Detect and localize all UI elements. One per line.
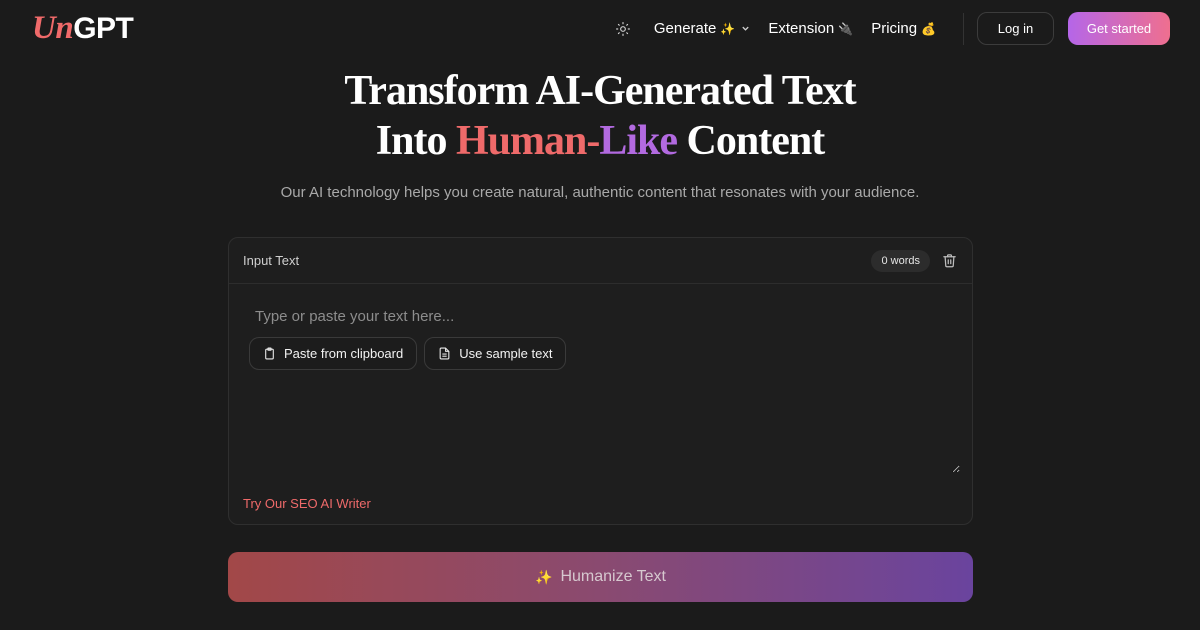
nav-extension-label: Extension [768,20,835,37]
humanize-label: Humanize Text [560,568,666,585]
hero-title-prefix: Into [375,118,456,164]
get-started-button[interactable]: Get started [1068,12,1170,45]
login-button[interactable]: Log in [977,12,1054,45]
sparkles-icon: ✨ [720,21,736,36]
word-count-badge: 0 words [871,249,930,272]
hero-title-accent-human: Human- [455,118,600,164]
nav-divider [963,12,964,45]
hero-title: Transform AI-Generated Text Into Human-L… [0,66,1200,166]
logo-un: Un [32,10,74,46]
plug-icon: 🔌 [838,21,854,36]
nav-menu: Generate ✨ Extension 🔌 Pricing 💰 Log in … [611,12,1170,45]
input-card-title: Input Text [243,253,300,268]
clear-text-button[interactable] [940,252,958,270]
quick-actions: Paste from clipboard Use sample text [249,337,573,370]
top-navbar: UnGPT Generate ✨ Extension 🔌 Pricing 💰 L… [0,0,1200,56]
sample-text-label: Use sample text [459,346,553,361]
input-textarea[interactable] [243,298,960,473]
document-icon [439,347,450,360]
input-card-tools: 0 words [871,249,958,272]
logo[interactable]: UnGPT [32,10,134,47]
nav-generate-label: Generate [653,20,717,37]
logo-gpt: GPT [73,12,134,45]
nav-extension[interactable]: Extension 🔌 [768,20,853,37]
input-card: Input Text 0 words Paste from clipboard [228,237,973,525]
input-card-header: Input Text 0 words [229,238,972,284]
nav-pricing-label: Pricing [871,20,918,37]
hero-title-accent-like: Like [599,118,678,164]
hero-title-line2: Into Human-Like Content [0,116,1200,166]
hero-subtitle: Our AI technology helps you create natur… [280,184,920,201]
money-bag-icon: 💰 [921,21,936,36]
hero-title-suffix: Content [677,118,826,164]
nav-pricing[interactable]: Pricing 💰 [871,20,936,37]
humanize-button[interactable]: ✨ Humanize Text [228,552,973,602]
theme-toggle-button[interactable] [611,17,635,41]
sun-icon [615,21,630,36]
paste-clipboard-label: Paste from clipboard [284,346,404,361]
hero-title-line1: Transform AI-Generated Text [344,68,856,114]
seo-writer-link[interactable]: Try Our SEO AI Writer [243,496,371,511]
nav-generate[interactable]: Generate ✨ [654,20,751,37]
paste-clipboard-button[interactable]: Paste from clipboard [249,337,418,370]
chevron-down-icon [741,24,750,33]
trash-icon [942,254,956,268]
clipboard-icon [265,347,274,360]
sample-text-button[interactable]: Use sample text [424,337,567,370]
sparkles-icon: ✨ [535,568,553,585]
